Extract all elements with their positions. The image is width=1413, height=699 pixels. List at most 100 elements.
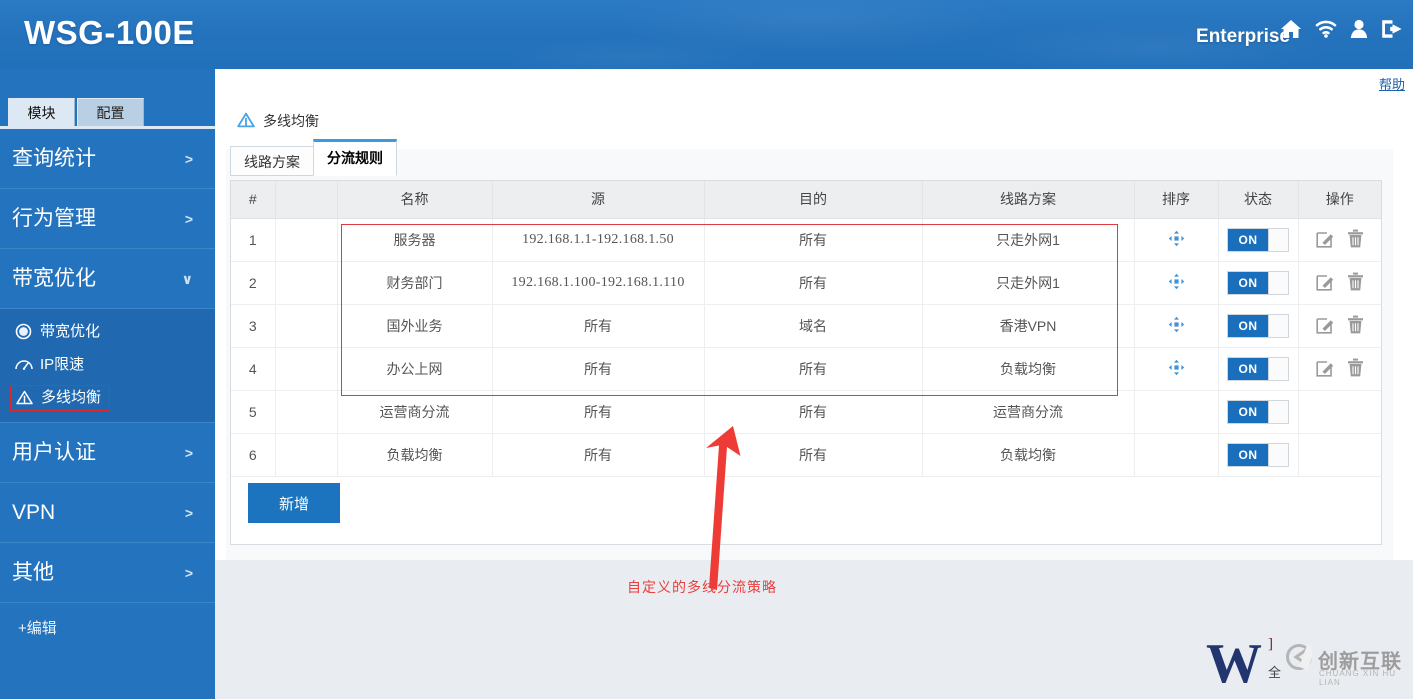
toggle-knob — [1268, 400, 1288, 423]
chevron-right-icon: > — [184, 565, 193, 581]
row-status[interactable]: ON — [1218, 304, 1299, 348]
status-toggle[interactable]: ON — [1227, 313, 1289, 338]
help-link-wrap: 帮助 — [1379, 74, 1405, 93]
sidebar-subitem-ip-limit[interactable]: IP限速 — [0, 348, 215, 381]
drag-handle-icon[interactable] — [1168, 273, 1185, 293]
row-actions[interactable] — [1298, 261, 1381, 305]
rules-table: # 名称 源 目的 线路方案 排序 状态 操作 1 服务器 192.168.1.… — [231, 181, 1381, 477]
table-row[interactable]: 6 负载均衡 所有 所有 负载均衡 ON — [231, 433, 1381, 477]
chevron-down-icon: ∨ — [181, 271, 193, 287]
home-icon[interactable] — [1280, 19, 1302, 39]
edit-icon[interactable] — [1316, 315, 1335, 337]
edit-icon[interactable] — [1316, 229, 1335, 251]
edit-icon[interactable] — [1316, 272, 1335, 294]
sidebar-item-other[interactable]: 其他 > — [0, 543, 215, 603]
row-sort[interactable] — [1134, 218, 1219, 262]
row-line: 只走外网1 — [922, 218, 1135, 262]
account-label: Enterprise — [1196, 26, 1290, 47]
row-dest: 所有 — [704, 390, 923, 434]
row-line: 香港VPN — [922, 304, 1135, 348]
sidebar-item-user-auth[interactable]: 用户认证 > — [0, 423, 215, 483]
drag-handle-icon[interactable] — [1168, 230, 1185, 250]
row-line: 只走外网1 — [922, 261, 1135, 305]
row-dest: 所有 — [704, 218, 923, 262]
sidebar-item-label: 其他 — [12, 561, 54, 584]
add-button[interactable]: 新增 — [248, 483, 340, 523]
table-row[interactable]: 1 服务器 192.168.1.1-192.168.1.50 所有 只走外网1 — [231, 218, 1381, 262]
toggle-on-label: ON — [1228, 228, 1268, 251]
sidebar-item-vpn[interactable]: VPN > — [0, 483, 215, 543]
status-toggle[interactable]: ON — [1227, 356, 1289, 381]
edit-icon[interactable] — [1316, 358, 1335, 380]
drag-handle-icon[interactable] — [1168, 316, 1185, 336]
chevron-right-icon: > — [184, 505, 193, 521]
sidebar-subitem-bandwidth-opt[interactable]: 带宽优化 — [0, 315, 215, 348]
cx-logo-icon — [1286, 644, 1316, 675]
sidebar-subitem-multiline-balance[interactable]: 多线均衡 — [0, 381, 215, 414]
row-status[interactable]: ON — [1218, 261, 1299, 305]
sidebar: 模块 配置 查询统计 > 行为管理 > 带宽优化 ∨ 带宽优化 IP限速 多线均… — [0, 69, 215, 699]
sidebar-tab-config[interactable]: 配置 — [77, 98, 144, 126]
user-icon[interactable] — [1350, 19, 1368, 39]
row-sort[interactable] — [1134, 347, 1219, 391]
logout-icon[interactable] — [1381, 19, 1403, 39]
table-row[interactable]: 2 财务部门 192.168.1.100-192.168.1.110 所有 只走… — [231, 261, 1381, 305]
row-source: 192.168.1.1-192.168.1.50 — [492, 218, 705, 262]
sidebar-edit-link[interactable]: +编辑 — [0, 603, 215, 655]
table-row[interactable]: 5 运营商分流 所有 所有 运营商分流 ON — [231, 390, 1381, 434]
row-actions[interactable] — [1298, 347, 1381, 391]
toggle-knob — [1268, 228, 1288, 251]
delete-icon[interactable] — [1347, 229, 1364, 251]
toggle-knob — [1268, 314, 1288, 337]
row-status[interactable]: ON — [1218, 218, 1299, 262]
row-spacer — [275, 347, 338, 391]
content-tabs: 线路方案 分流规则 — [230, 139, 397, 176]
wifi-icon[interactable] — [1315, 20, 1337, 38]
row-dest: 所有 — [704, 261, 923, 305]
row-name: 国外业务 — [337, 304, 493, 348]
row-source: 所有 — [492, 390, 705, 434]
table-row[interactable]: 4 办公上网 所有 所有 负载均衡 ON — [231, 347, 1381, 391]
status-toggle[interactable]: ON — [1227, 442, 1289, 467]
chevron-right-icon: > — [184, 211, 193, 227]
sidebar-item-behavior-mgmt[interactable]: 行为管理 > — [0, 189, 215, 249]
table-row[interactable]: 3 国外业务 所有 域名 香港VPN ON — [231, 304, 1381, 348]
row-index: 4 — [231, 347, 276, 391]
row-name: 运营商分流 — [337, 390, 493, 434]
row-sort — [1134, 390, 1219, 434]
chevron-right-icon: > — [184, 151, 193, 167]
tab-split-rules[interactable]: 分流规则 — [313, 139, 397, 176]
row-name: 服务器 — [337, 218, 493, 262]
status-toggle[interactable]: ON — [1227, 227, 1289, 252]
row-spacer — [275, 261, 338, 305]
row-index: 2 — [231, 261, 276, 305]
status-toggle[interactable]: ON — [1227, 399, 1289, 424]
row-spacer — [275, 433, 338, 477]
row-status[interactable]: ON — [1218, 433, 1299, 477]
sidebar-item-label: 查询统计 — [12, 147, 96, 170]
drag-handle-icon[interactable] — [1168, 359, 1185, 379]
row-status[interactable]: ON — [1218, 347, 1299, 391]
sidebar-item-bandwidth-opt[interactable]: 带宽优化 ∨ — [0, 249, 215, 309]
status-toggle[interactable]: ON — [1227, 270, 1289, 295]
tab-line-plan[interactable]: 线路方案 — [230, 146, 314, 176]
row-actions[interactable] — [1298, 304, 1381, 348]
row-sort[interactable] — [1134, 261, 1219, 305]
row-actions[interactable] — [1298, 218, 1381, 262]
col-index: # — [231, 181, 276, 219]
sidebar-subitem-label: 带宽优化 — [40, 323, 101, 340]
delete-icon[interactable] — [1347, 315, 1364, 337]
sidebar-item-query-stats[interactable]: 查询统计 > — [0, 129, 215, 189]
delete-icon[interactable] — [1347, 272, 1364, 294]
multiline-icon — [15, 388, 34, 407]
sidebar-item-label: 行为管理 — [12, 207, 96, 230]
speed-gauge-icon — [14, 355, 33, 374]
delete-icon[interactable] — [1347, 358, 1364, 380]
page-title-label: 多线均衡 — [263, 113, 319, 129]
help-link[interactable]: 帮助 — [1379, 77, 1405, 92]
sidebar-tab-module[interactable]: 模块 — [8, 98, 75, 126]
row-status[interactable]: ON — [1218, 390, 1299, 434]
toggle-knob — [1268, 443, 1288, 466]
row-sort[interactable] — [1134, 304, 1219, 348]
toggle-on-label: ON — [1228, 271, 1268, 294]
